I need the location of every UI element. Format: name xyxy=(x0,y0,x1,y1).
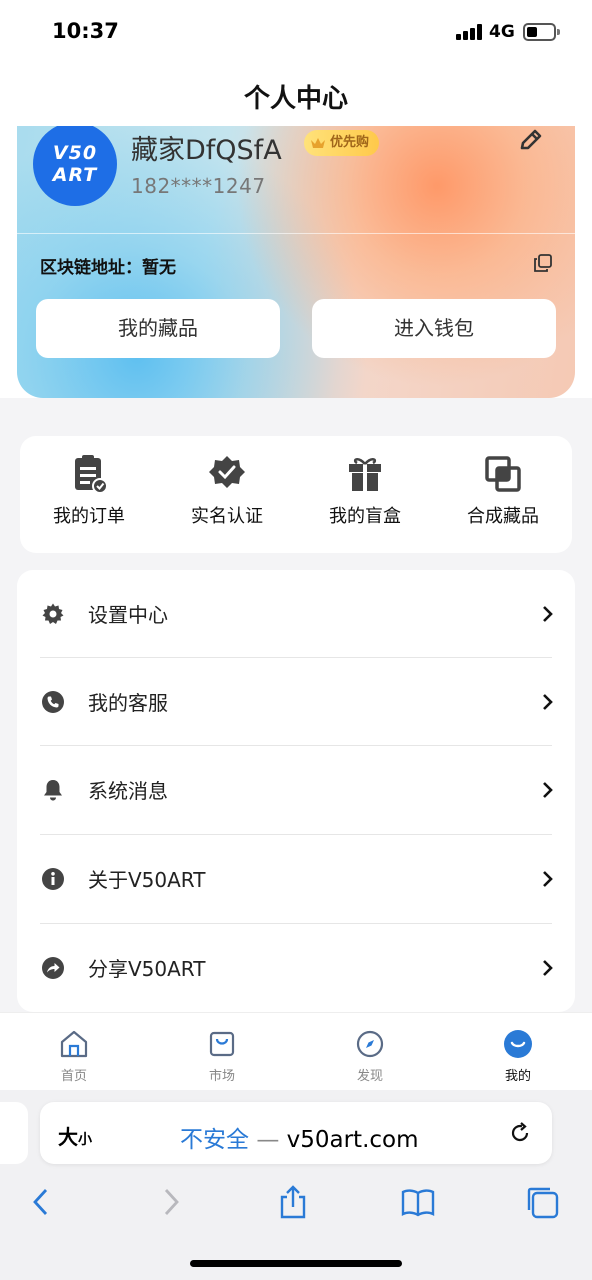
blockchain-address: 区块链地址：暂无 xyxy=(40,258,176,278)
gift-box-icon xyxy=(349,458,381,491)
tab-market[interactable]: 市场 xyxy=(182,1029,262,1084)
profile-icon xyxy=(504,1030,532,1058)
text-size-small: 小 xyxy=(78,1132,92,1148)
quick-action-label: 我的订单 xyxy=(53,506,125,527)
enter-wallet-button[interactable]: 进入钱包 xyxy=(312,299,556,358)
address-bar[interactable]: 大小 不安全 — v50art.com xyxy=(40,1102,552,1164)
text-size-big: 大 xyxy=(58,1125,78,1149)
bottom-tab-bar: 首页 市场 发现 我的 xyxy=(0,1012,592,1090)
menu-item-share[interactable]: 分享V50ART xyxy=(17,924,575,1012)
tab-label: 我的 xyxy=(504,1069,531,1084)
share-icon xyxy=(42,957,64,979)
status-bar: 10:37 4G xyxy=(0,0,592,64)
bell-icon xyxy=(44,780,62,801)
my-collection-button[interactable]: 我的藏品 xyxy=(36,299,280,358)
forward-icon[interactable] xyxy=(152,1184,188,1220)
signal-icon xyxy=(456,24,484,40)
tab-home[interactable]: 首页 xyxy=(34,1029,114,1084)
avatar[interactable]: V50 ART xyxy=(33,126,117,206)
text-size-button[interactable]: 大小 xyxy=(58,1121,92,1150)
edit-icon[interactable] xyxy=(517,126,545,154)
quick-action-orders[interactable]: 我的订单 xyxy=(20,454,158,544)
previous-tab-preview[interactable] xyxy=(0,1102,28,1164)
chevron-right-icon xyxy=(543,871,553,887)
quick-action-merge[interactable]: 合成藏品 xyxy=(434,454,572,544)
avatar-logo-line2: ART xyxy=(52,164,98,186)
menu-item-customer-service[interactable]: 我的客服 xyxy=(17,658,575,746)
tab-profile[interactable]: 我的 xyxy=(478,1029,558,1084)
phone-icon xyxy=(42,691,64,713)
gear-icon xyxy=(42,603,64,624)
menu-list: 设置中心 我的客服 系统消息 关于V50ART 分享V50ART xyxy=(17,570,575,1012)
quick-action-label: 我的盲盒 xyxy=(329,506,401,527)
menu-item-label: 系统消息 xyxy=(88,779,168,803)
network-type: 4G xyxy=(489,22,515,42)
quick-action-blind-box[interactable]: 我的盲盒 xyxy=(296,454,434,544)
status-time: 10:37 xyxy=(52,19,119,43)
quick-action-label: 实名认证 xyxy=(191,506,263,527)
share-sheet-icon[interactable] xyxy=(275,1184,311,1220)
username: 藏家DfQSfA xyxy=(131,135,282,166)
copy-icon[interactable] xyxy=(533,253,553,273)
quick-action-verification[interactable]: 实名认证 xyxy=(158,454,296,544)
tab-label: 首页 xyxy=(60,1069,87,1084)
bag-icon xyxy=(209,1031,235,1057)
priority-badge-label: 优先购 xyxy=(330,135,370,150)
quick-action-label: 合成藏品 xyxy=(467,506,539,527)
tabs-icon[interactable] xyxy=(524,1184,560,1220)
home-icon xyxy=(60,1030,88,1058)
insecure-label: 不安全 xyxy=(180,1127,249,1153)
tab-label: 发现 xyxy=(356,1069,383,1084)
merge-icon xyxy=(485,456,521,492)
url-domain: v50art.com xyxy=(286,1127,419,1153)
menu-item-notifications[interactable]: 系统消息 xyxy=(17,746,575,834)
page-header: 个人中心 xyxy=(0,64,592,126)
menu-item-about[interactable]: 关于V50ART xyxy=(17,835,575,923)
quick-actions-panel: 我的订单 实名认证 我的盲盒 合成藏品 xyxy=(20,436,572,553)
battery-icon xyxy=(523,23,560,41)
browser-toolbar: 大小 不安全 — v50art.com xyxy=(0,1090,592,1280)
url-dash: — xyxy=(256,1127,280,1153)
chevron-right-icon xyxy=(543,694,553,710)
menu-item-label: 我的客服 xyxy=(88,691,168,715)
home-indicator[interactable] xyxy=(190,1260,402,1267)
profile-card: V50 ART 藏家DfQSfA 优先购 182****1247 区块链地址：暂… xyxy=(17,126,575,398)
menu-item-label: 关于V50ART xyxy=(88,868,206,892)
tab-label: 市场 xyxy=(208,1069,235,1084)
card-divider xyxy=(17,233,575,234)
avatar-logo-line1: V50 xyxy=(52,142,98,164)
phone-number: 182****1247 xyxy=(131,174,266,198)
chevron-right-icon xyxy=(543,782,553,798)
crown-icon xyxy=(311,138,325,148)
tab-discover[interactable]: 发现 xyxy=(330,1029,410,1084)
back-icon[interactable] xyxy=(24,1184,60,1220)
reload-icon[interactable] xyxy=(508,1121,532,1145)
menu-item-settings[interactable]: 设置中心 xyxy=(17,570,575,658)
bookmarks-icon[interactable] xyxy=(400,1184,436,1220)
menu-item-label: 分享V50ART xyxy=(88,957,206,981)
priority-badge: 优先购 xyxy=(304,130,380,156)
compass-icon xyxy=(356,1030,384,1058)
menu-item-label: 设置中心 xyxy=(88,603,168,627)
order-list-icon xyxy=(75,455,108,494)
page-title: 个人中心 xyxy=(243,84,348,114)
chevron-right-icon xyxy=(543,960,553,976)
chevron-right-icon xyxy=(543,606,553,622)
verified-badge-icon xyxy=(209,456,245,488)
info-icon xyxy=(42,868,64,890)
url-text: 不安全 — v50art.com xyxy=(180,1120,419,1154)
